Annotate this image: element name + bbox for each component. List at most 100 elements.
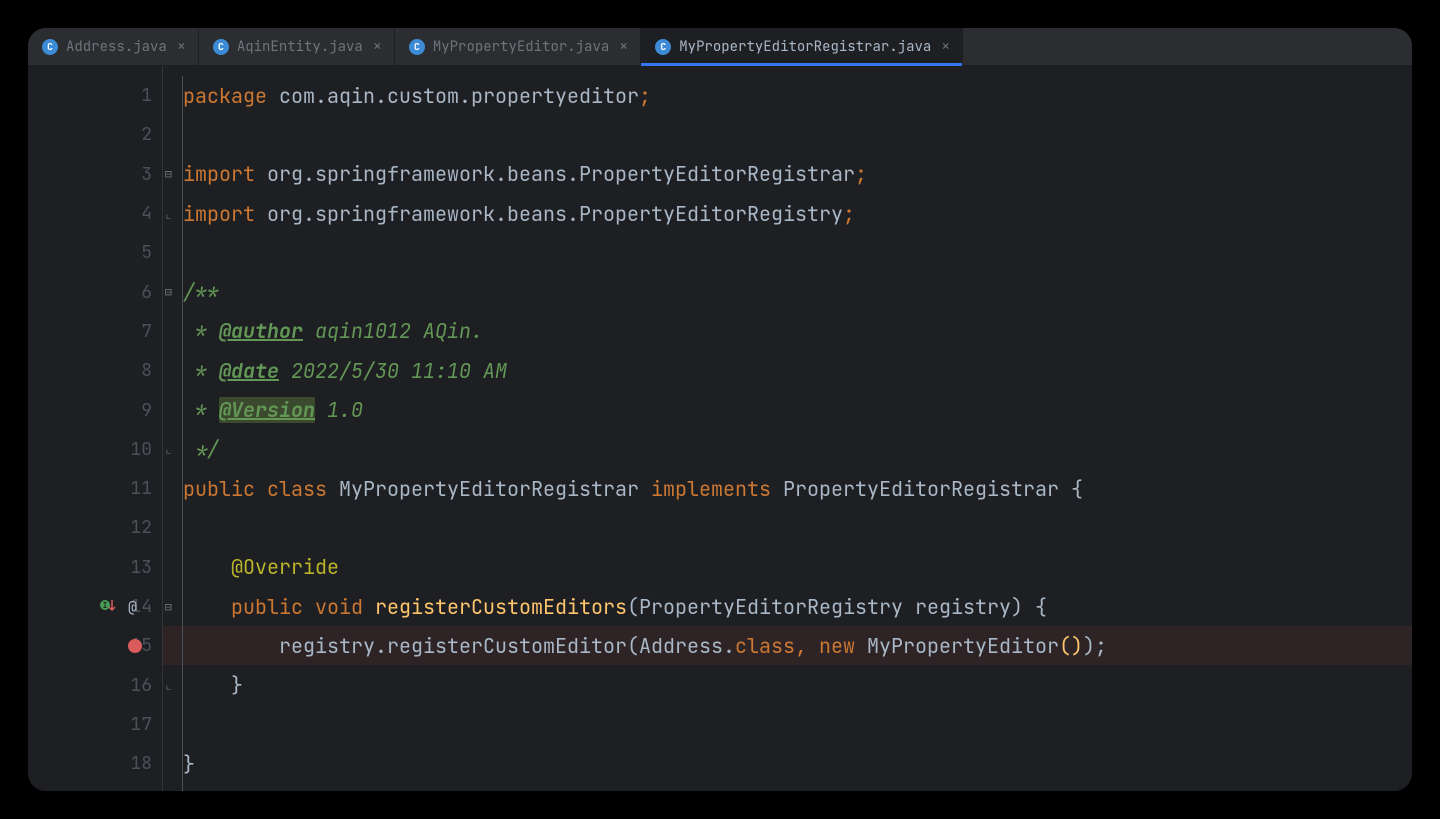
brace: } <box>183 751 195 777</box>
indent <box>183 594 231 620</box>
doc-tag: @date <box>219 358 279 384</box>
doc-tag: @Version <box>219 397 315 423</box>
gutter-row[interactable]: 7 <box>28 312 162 351</box>
code-line[interactable]: /** <box>163 272 1412 311</box>
svg-text:I: I <box>103 601 108 611</box>
code-line[interactable] <box>163 233 1412 272</box>
breakpoint-icon[interactable] <box>128 639 142 653</box>
code-line[interactable]: * @author aqin1012 AQin. <box>163 312 1412 351</box>
gutter-row[interactable]: 3⊟ <box>28 155 162 194</box>
keyword: public <box>183 476 255 502</box>
punct: ; <box>843 201 855 227</box>
tab-mypropertyeditor[interactable]: C MyPropertyEditor.java × <box>395 28 641 65</box>
tab-address[interactable]: C Address.java × <box>28 28 199 65</box>
code-line[interactable]: * @Version 1.0 <box>163 390 1412 429</box>
gutter-row[interactable]: 4⌞ <box>28 194 162 233</box>
code-line[interactable]: } <box>163 665 1412 704</box>
line-number: 5 <box>122 241 152 264</box>
param-name: registry <box>915 594 1011 620</box>
close-icon[interactable]: × <box>939 39 952 54</box>
doc-tag: @author <box>219 318 303 344</box>
space <box>1023 594 1035 620</box>
keyword: new <box>819 633 855 659</box>
comment: aqin1012 AQin. <box>303 318 483 344</box>
comment: * <box>183 318 219 344</box>
gutter-row[interactable]: 18 <box>28 744 162 783</box>
line-number: 11 <box>122 477 152 500</box>
tab-aqinentity[interactable]: C AqinEntity.java × <box>199 28 395 65</box>
tab-label: Address.java <box>66 38 167 56</box>
annotation-gutter-icon[interactable]: @ <box>128 597 137 617</box>
brace: } <box>231 672 243 698</box>
close-icon[interactable]: × <box>371 39 384 54</box>
class-name: MyPropertyEditorRegistrar <box>339 476 651 502</box>
gutter-row[interactable]: 10⌞ <box>28 430 162 469</box>
code-line[interactable] <box>163 705 1412 744</box>
code-line[interactable]: import org.springframework.beans.Propert… <box>163 194 1412 233</box>
gutter-row[interactable]: 2 <box>28 115 162 154</box>
import-path: org.springframework.beans.PropertyEditor… <box>255 161 855 187</box>
gutter-row[interactable]: I @ 14 ⊟ <box>28 587 162 626</box>
code-line[interactable]: import org.springframework.beans.Propert… <box>163 155 1412 194</box>
gutter-row[interactable]: 13 <box>28 548 162 587</box>
gutter-row[interactable]: 1 <box>28 76 162 115</box>
line-number: 13 <box>122 556 152 579</box>
param-type: PropertyEditorRegistry <box>639 594 915 620</box>
indent-guide <box>182 76 183 791</box>
method-name: registerCustomEditors <box>375 594 627 620</box>
close-icon[interactable]: × <box>175 39 188 54</box>
line-number: 17 <box>122 713 152 736</box>
tab-label: MyPropertyEditorRegistrar.java <box>679 38 931 56</box>
indent <box>183 633 279 659</box>
package-path: com.aqin.custom.propertyeditor <box>267 83 639 109</box>
gutter-row[interactable]: 8 <box>28 351 162 390</box>
expression: registry.registerCustomEditor(Address. <box>279 633 735 659</box>
keyword: class <box>735 633 795 659</box>
indent <box>183 672 231 698</box>
import-path: org.springframework.beans.PropertyEditor… <box>255 201 843 227</box>
code-line[interactable]: public class MyPropertyEditorRegistrar i… <box>163 469 1412 508</box>
gutter-row[interactable]: 16⌞ <box>28 665 162 704</box>
brace: { <box>1071 476 1083 502</box>
code-line[interactable]: * @date 2022/5/30 11:10 AM <box>163 351 1412 390</box>
java-class-icon: C <box>42 39 58 55</box>
code-line[interactable]: @Override <box>163 548 1412 587</box>
paren: () <box>1059 633 1083 659</box>
gutter-row[interactable]: 11 <box>28 469 162 508</box>
gutter-row[interactable]: 5 <box>28 233 162 272</box>
punct: ; <box>855 161 867 187</box>
code-line[interactable]: public void registerCustomEditors(Proper… <box>163 587 1412 626</box>
code-line-breakpoint[interactable]: registry.registerCustomEditor(Address.cl… <box>163 626 1412 665</box>
annotation: @Override <box>183 554 339 580</box>
code-line[interactable] <box>163 115 1412 154</box>
code-area[interactable]: package com.aqin.custom.propertyeditor; … <box>162 66 1412 791</box>
comment: */ <box>183 436 219 462</box>
gutter-row[interactable]: 9 <box>28 390 162 429</box>
brace: { <box>1035 594 1047 620</box>
line-number: 2 <box>122 123 152 146</box>
gutter-row[interactable]: 15 <box>28 626 162 665</box>
interface-name: PropertyEditorRegistrar <box>771 476 1071 502</box>
gutter-row[interactable]: 17 <box>28 705 162 744</box>
code-line[interactable] <box>163 508 1412 547</box>
comment: 2022/5/30 11:10 AM <box>279 358 507 384</box>
close-icon[interactable]: × <box>617 39 630 54</box>
tab-mypropertyeditorregistrar[interactable]: C MyPropertyEditorRegistrar.java × <box>641 28 963 65</box>
line-number: 3 <box>122 163 152 186</box>
code-line[interactable]: */ <box>163 430 1412 469</box>
paren: ) <box>1011 594 1023 620</box>
code-line[interactable]: package com.aqin.custom.propertyeditor; <box>163 76 1412 115</box>
constructor: MyPropertyEditor <box>855 633 1059 659</box>
code-line[interactable]: } <box>163 744 1412 783</box>
line-number: 10 <box>122 438 152 461</box>
line-number: 16 <box>122 674 152 697</box>
tab-label: MyPropertyEditor.java <box>433 38 609 56</box>
gutter-row[interactable]: 6⊟ <box>28 272 162 311</box>
ide-window: C Address.java × C AqinEntity.java × C M… <box>28 28 1412 791</box>
java-class-icon: C <box>655 39 671 55</box>
gutter-row[interactable]: 12 <box>28 508 162 547</box>
keyword: package <box>183 83 267 109</box>
punct: , <box>795 633 819 659</box>
comment: 1.0 <box>315 397 363 423</box>
override-method-icon[interactable]: I <box>100 597 116 617</box>
